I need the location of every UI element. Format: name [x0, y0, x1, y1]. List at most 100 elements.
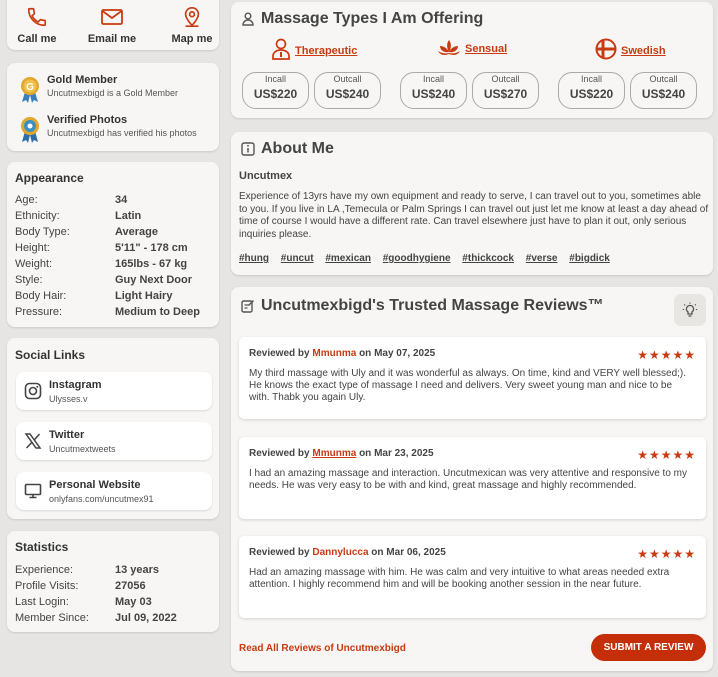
link-subtitle: Ulysses.v [49, 394, 88, 404]
statistics-card: Statistics Experience: 13 years Profile V… [7, 531, 219, 632]
stat-row: Profile Visits: 27056 [15, 580, 215, 594]
type-name: Swedish [621, 45, 666, 57]
review-card: Reviewed by Dannylucca on Mar 06, 2025 ★… [239, 536, 706, 618]
tag-link[interactable]: #bigdick [569, 253, 610, 264]
map-button[interactable]: Map me [162, 6, 222, 45]
type-name: Sensual [465, 43, 508, 55]
tag-link[interactable]: #hung [239, 253, 269, 264]
tag-link[interactable]: #goodhygiene [383, 253, 451, 264]
massage-types-title: Massage Types I Am Offering [241, 10, 483, 28]
link-title: Twitter [49, 429, 85, 441]
verified-photos-badge: Verified Photos Uncutmexbigd has verifie… [19, 114, 219, 146]
badge-subtitle: Uncutmexbigd has verified his photos [47, 128, 197, 138]
row-key: Body Hair: [15, 290, 67, 302]
call-button[interactable]: Call me [7, 6, 67, 45]
tag-link[interactable]: #verse [526, 253, 558, 264]
outcall-price: Outcall US$240 [314, 72, 381, 109]
stat-row: Member Since: Jul 09, 2022 [15, 612, 215, 626]
appearance-row: Style: Guy Next Door [15, 274, 215, 288]
review-card: Reviewed by Mmunma on Mar 23, 2025 ★★★★★… [239, 437, 706, 519]
link-subtitle: onlyfans.com/uncutmex91 [49, 494, 154, 504]
phone-icon [27, 7, 47, 27]
verified-ribbon-icon [21, 117, 39, 143]
reviewer-link[interactable]: Mmunma [312, 348, 356, 359]
row-key: Pressure: [15, 306, 63, 318]
tag-link[interactable]: #thickcock [462, 253, 514, 264]
row-key: Profile Visits: [15, 580, 79, 592]
type-swedish-link[interactable]: Swedish [595, 38, 666, 60]
price-label: Outcall [649, 74, 678, 84]
submit-review-button[interactable]: SUBMIT A REVIEW [591, 634, 706, 661]
stat-row: Experience: 13 years [15, 564, 215, 578]
reviewer-link[interactable]: Dannylucca [312, 547, 368, 558]
email-button[interactable]: Email me [82, 6, 142, 45]
gold-medal-icon: G [21, 77, 39, 103]
appearance-row: Age: 34 [15, 194, 215, 208]
row-value: Light Hairy [115, 290, 173, 302]
massage-types-card: Massage Types I Am Offering Therapeutic … [231, 2, 713, 118]
review-text: Had an amazing massage with him. He was … [249, 567, 670, 590]
outcall-price: Outcall US$270 [472, 72, 539, 109]
incall-price: Incall US$220 [242, 72, 309, 109]
badge-title: Verified Photos [47, 114, 128, 126]
price-label: Incall [422, 74, 444, 84]
appearance-row: Height: 5'11" - 178 cm [15, 242, 215, 256]
swedish-flag-icon [595, 38, 617, 60]
appearance-card: Appearance Age: 34 Ethnicity: Latin Body T… [7, 162, 219, 327]
twitter-link[interactable]: Twitter Uncutmextweets [16, 422, 212, 460]
price-value: US$220 [569, 87, 614, 101]
price-value: US$240 [325, 87, 370, 101]
row-key: Height: [15, 242, 50, 254]
incall-price: Incall US$240 [400, 72, 467, 109]
link-subtitle: Uncutmextweets [49, 444, 116, 454]
statistics-heading: Statistics [15, 540, 69, 554]
row-value: 34 [115, 194, 128, 206]
price-label: Outcall [491, 74, 520, 84]
tips-button[interactable] [674, 294, 706, 326]
badges-card: G Gold Member Uncutmexbigd is a Gold Mem… [7, 63, 219, 151]
reviewed-by-text: Reviewed by [249, 547, 310, 558]
price-value: US$220 [253, 87, 298, 101]
review-card: Reviewed by Mmunma on May 07, 2025 ★★★★★… [239, 337, 706, 419]
instagram-link[interactable]: Instagram Ulysses.v [16, 372, 212, 410]
type-sensual-link[interactable]: Sensual [437, 38, 507, 58]
outcall-price: Outcall US$240 [630, 72, 697, 109]
about-text: Experience of 13yrs have my own equipmen… [239, 191, 709, 240]
gold-member-badge: G Gold Member Uncutmexbigd is a Gold Mem… [19, 74, 219, 106]
price-value: US$240 [411, 87, 456, 101]
mail-icon [101, 9, 123, 25]
email-label: Email me [87, 33, 137, 45]
star-rating: ★★★★★ [637, 547, 696, 561]
map-label: Map me [171, 33, 213, 45]
tag-link[interactable]: #mexican [325, 253, 371, 264]
website-link[interactable]: Personal Website onlyfans.com/uncutmex91 [16, 472, 212, 510]
review-header: Reviewed by Dannylucca on Mar 06, 2025 [249, 547, 446, 558]
row-value: May 03 [115, 596, 152, 608]
x-icon [24, 433, 42, 449]
appearance-heading: Appearance [15, 171, 84, 185]
reviewed-by-text: Reviewed by [249, 448, 310, 459]
row-value: 165lbs - 67 kg [115, 258, 188, 270]
row-key: Member Since: [15, 612, 89, 624]
review-date: May 07, 2025 [374, 348, 436, 359]
row-key: Body Type: [15, 226, 70, 238]
row-key: Last Login: [15, 596, 69, 608]
tag-link[interactable]: #uncut [281, 253, 314, 264]
review-header: Reviewed by Mmunma on May 07, 2025 [249, 348, 435, 359]
row-value: Latin [115, 210, 142, 222]
star-rating: ★★★★★ [637, 348, 696, 362]
row-key: Experience: [15, 564, 74, 576]
about-me-card: About Me Uncutmex Experience of 13yrs ha… [231, 132, 713, 275]
appearance-row: Body Hair: Light Hairy [15, 290, 215, 304]
call-label: Call me [17, 33, 57, 45]
type-therapeutic-link[interactable]: Therapeutic [271, 38, 357, 60]
svg-text:G: G [26, 82, 34, 93]
on-text: on [359, 348, 372, 359]
price-label: Incall [264, 74, 286, 84]
reviewer-link[interactable]: Mmunma [312, 448, 356, 459]
map-pin-icon [184, 7, 200, 27]
read-all-reviews-link[interactable]: Read All Reviews of Uncutmexbigd [239, 643, 406, 654]
title-text: Uncutmexbigd's Trusted Massage Reviews™ [261, 297, 604, 314]
row-value: Guy Next Door [115, 274, 193, 286]
lightbulb-icon [682, 302, 698, 317]
